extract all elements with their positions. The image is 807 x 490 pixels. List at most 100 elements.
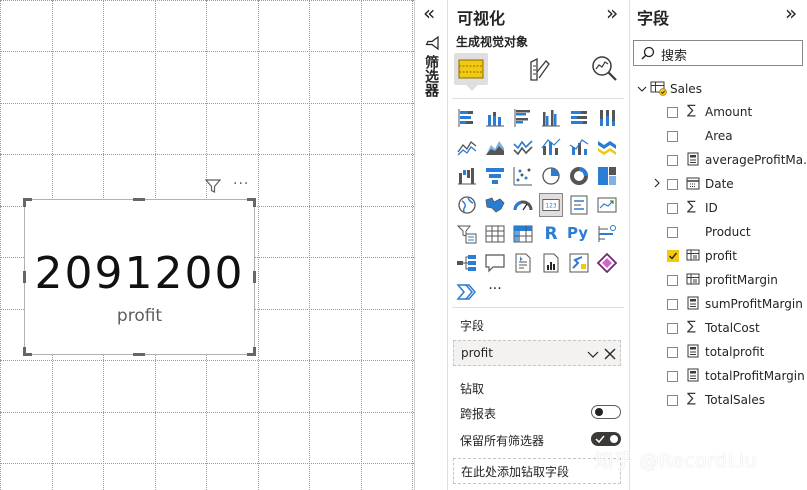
field-row-profit[interactable]: profit	[629, 244, 807, 268]
matrix-icon[interactable]	[512, 223, 534, 245]
paginated-report-icon[interactable]	[540, 252, 562, 274]
clustered-column-chart-icon[interactable]	[540, 107, 562, 129]
sigma-icon: ∑	[687, 199, 696, 214]
card-visual[interactable]: 2091200 profit	[23, 198, 256, 356]
decomposition-tree-icon[interactable]	[456, 252, 478, 274]
power-apps-icon[interactable]	[596, 252, 618, 274]
resize-handle-top[interactable]	[133, 198, 145, 201]
funnel-icon[interactable]	[484, 165, 506, 187]
field-well-value[interactable]: profit	[461, 346, 493, 360]
table-build-icon	[458, 59, 484, 79]
waterfall-chart-icon[interactable]	[456, 165, 478, 187]
pie-chart-icon[interactable]	[540, 165, 562, 187]
kpi-icon[interactable]	[596, 194, 618, 216]
field-checkbox[interactable]	[667, 203, 678, 214]
power-automate-icon[interactable]	[568, 252, 590, 274]
field-checkbox[interactable]	[667, 275, 678, 286]
field-row-date[interactable]: Date	[629, 172, 807, 196]
clustered-bar-chart-icon[interactable]	[512, 107, 534, 129]
card-visual-button-selected[interactable]: 123	[539, 193, 563, 217]
stacked-column-chart-icon[interactable]	[484, 107, 506, 129]
filters-expand-icon[interactable]: «	[423, 1, 435, 25]
line-stacked-column-icon[interactable]	[568, 136, 590, 158]
line-chart-icon[interactable]	[456, 136, 478, 158]
resize-handle-bottom-right-v[interactable]	[253, 347, 256, 356]
multi-row-card-icon[interactable]	[568, 194, 590, 216]
stacked-bar-chart-icon[interactable]	[456, 107, 478, 129]
filters-label[interactable]: 筛选器	[423, 55, 440, 97]
resize-handle-right[interactable]	[253, 271, 256, 283]
chevron-down-icon[interactable]	[637, 84, 647, 94]
resize-handle-bottom-left-v[interactable]	[23, 347, 26, 356]
field-checkbox-checked[interactable]	[667, 250, 679, 262]
scatter-chart-icon[interactable]	[512, 165, 534, 187]
line-clustered-column-icon[interactable]	[540, 136, 562, 158]
calculator-icon	[687, 368, 699, 382]
field-checkbox[interactable]	[667, 395, 678, 406]
field-checkbox[interactable]	[667, 107, 678, 118]
field-row-product[interactable]: Product	[629, 220, 807, 244]
calculator-icon	[687, 296, 699, 310]
sigma-icon: ∑	[687, 103, 696, 118]
filled-map-icon[interactable]	[484, 194, 506, 216]
field-row-area[interactable]: Area	[629, 124, 807, 148]
chevron-down-icon[interactable]	[587, 348, 599, 360]
calculator-icon	[687, 344, 699, 358]
field-row-totalcost[interactable]: ∑ TotalCost	[629, 316, 807, 340]
field-row-sumprofitmargin[interactable]: sumProfitMargin	[629, 292, 807, 316]
resize-handle-left[interactable]	[23, 271, 26, 283]
field-checkbox[interactable]	[667, 371, 678, 382]
field-checkbox[interactable]	[667, 131, 678, 142]
fields-collapse-icon[interactable]: »	[785, 1, 797, 25]
gauge-icon[interactable]	[512, 194, 534, 216]
visual-filter-icon[interactable]	[205, 179, 221, 193]
card-value: 2091200	[34, 248, 245, 299]
field-checkbox[interactable]	[667, 155, 678, 166]
viz-collapse-icon[interactable]: »	[606, 1, 618, 25]
donut-chart-icon[interactable]	[568, 165, 590, 187]
field-row-averageprofitmargin[interactable]: averageProfitMa...	[629, 148, 807, 172]
area-chart-icon[interactable]	[484, 136, 506, 158]
chevron-right-icon[interactable]	[652, 178, 662, 188]
field-name: averageProfitMa...	[705, 153, 807, 167]
resize-handle-top-right-v[interactable]	[253, 198, 256, 207]
remove-field-icon[interactable]	[604, 348, 616, 360]
field-checkbox[interactable]	[667, 347, 678, 358]
key-influencers-icon[interactable]	[596, 223, 618, 245]
r-visual-icon[interactable]: R	[540, 223, 562, 245]
field-checkbox[interactable]	[667, 227, 678, 238]
table-icon[interactable]	[484, 223, 506, 245]
more-visuals-icon[interactable]: ···	[484, 278, 506, 300]
stacked-area-chart-icon[interactable]	[512, 136, 534, 158]
resize-handle-top-left-v[interactable]	[23, 198, 26, 207]
field-checkbox[interactable]	[667, 299, 678, 310]
map-icon[interactable]	[456, 194, 478, 216]
treemap-icon[interactable]	[596, 165, 618, 187]
slicer-icon[interactable]	[456, 223, 478, 245]
field-row-profitmargin[interactable]: profitMargin	[629, 268, 807, 292]
search-box[interactable]	[633, 40, 803, 66]
field-checkbox[interactable]	[667, 323, 678, 334]
qa-icon[interactable]	[484, 252, 506, 274]
field-row-totalprofit[interactable]: totalprofit	[629, 340, 807, 364]
field-row-totalsales[interactable]: ∑ TotalSales	[629, 388, 807, 412]
ribbon-chart-icon[interactable]	[596, 136, 618, 158]
analytics-tab-icon[interactable]	[590, 54, 618, 82]
field-checkbox[interactable]	[667, 179, 678, 190]
format-visual-tab-icon[interactable]	[527, 56, 551, 82]
search-input[interactable]: 搜索	[661, 45, 687, 64]
field-row-id[interactable]: ∑ ID	[629, 196, 807, 220]
resize-handle-bottom[interactable]	[133, 353, 145, 356]
smart-narrative-icon[interactable]	[512, 252, 534, 274]
field-row-totalprofitmargin[interactable]: totalProfitMargin	[629, 364, 807, 388]
power-automate-chevron-icon[interactable]	[456, 281, 478, 303]
keep-filters-toggle[interactable]	[591, 432, 621, 446]
field-row-amount[interactable]: ∑ Amount	[629, 100, 807, 124]
build-visual-tab[interactable]	[454, 53, 488, 85]
python-visual-icon[interactable]: Py	[567, 222, 593, 244]
cross-report-toggle[interactable]	[591, 405, 621, 419]
100-stacked-bar-chart-icon[interactable]	[568, 107, 590, 129]
100-stacked-column-chart-icon[interactable]	[596, 107, 618, 129]
visual-more-options-icon[interactable]: ···	[233, 176, 249, 192]
table-name-sales[interactable]: Sales	[670, 82, 702, 96]
